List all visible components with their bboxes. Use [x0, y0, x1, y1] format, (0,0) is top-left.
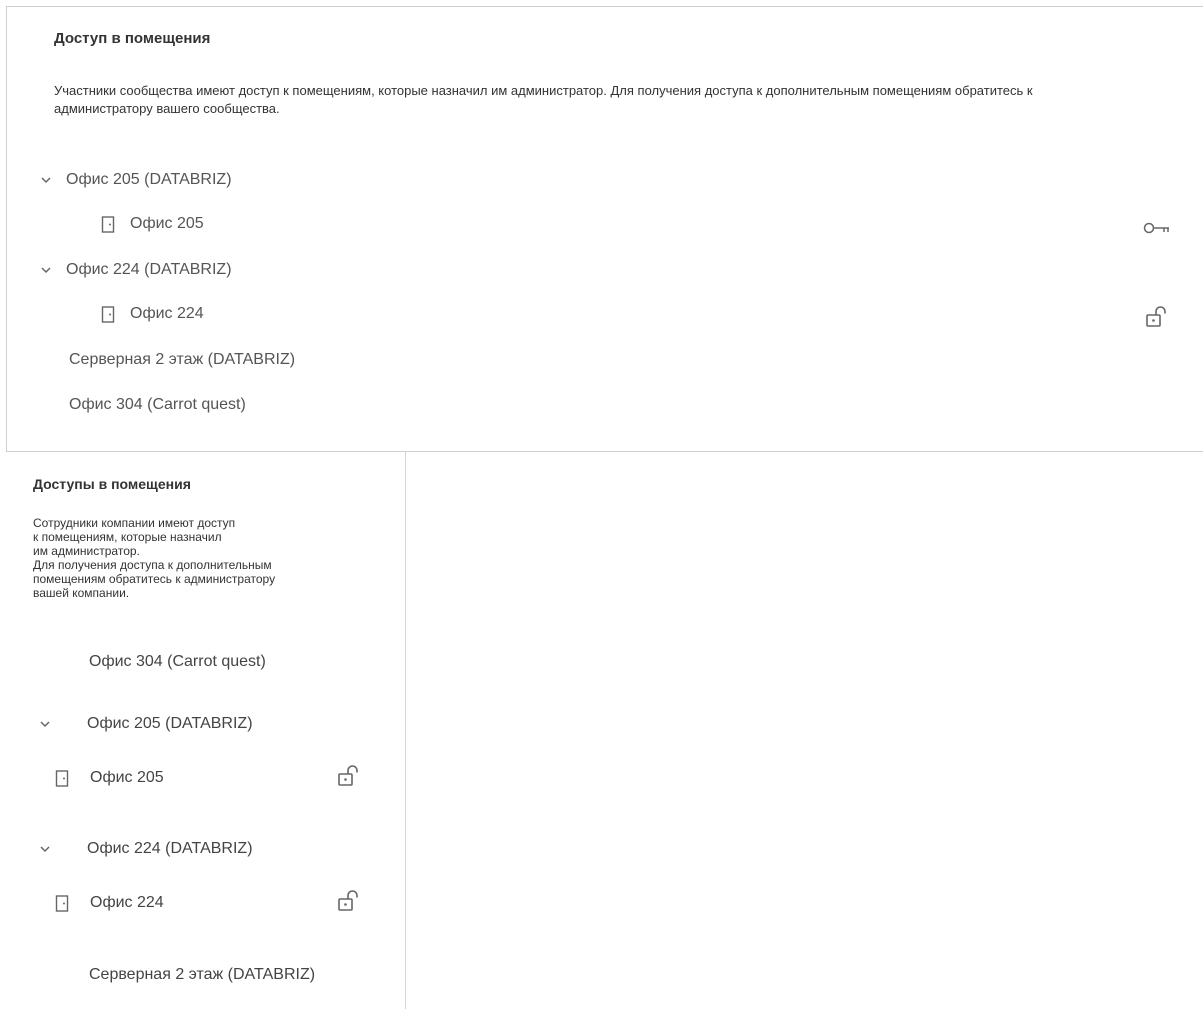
mobile-access-panel: Доступы в помещения Сотрудники компании …: [0, 452, 406, 1009]
description-line: Для получения доступа к дополнительным: [33, 558, 272, 572]
access-description: Участники сообщества имеют доступ к поме…: [54, 83, 1033, 116]
description-line: Сотрудники компании имеют доступ: [33, 516, 236, 530]
tree-group-label: Офис 304 (Carrot quest): [89, 653, 266, 670]
chevron-down-icon[interactable]: [39, 263, 53, 277]
tree-group-server-room[interactable]: Серверная 2 этаж (DATABRIZ): [69, 351, 295, 369]
tree-group-office-205[interactable]: Офис 205 (DATABRIZ): [38, 715, 253, 733]
tree-item-label: Офис 205: [90, 769, 164, 786]
page-title: Доступы в помещения: [33, 476, 191, 492]
tree-group-office-304[interactable]: Офис 304 (Carrot quest): [89, 653, 266, 671]
access-description: Сотрудники компании имеют доступ к помещ…: [33, 516, 373, 600]
tree-group-label: Серверная 2 этаж (DATABRIZ): [89, 966, 316, 983]
page-title: Доступ в помещения: [54, 30, 211, 47]
key-icon[interactable]: [1143, 221, 1173, 235]
description-line: вашей компании.: [33, 586, 130, 600]
tree-item-office-205[interactable]: Офис 205: [101, 215, 204, 233]
lock-open-icon[interactable]: [337, 889, 361, 913]
tree-group-office-224[interactable]: Офис 224 (DATABRIZ): [39, 261, 232, 279]
chevron-down-icon[interactable]: [38, 842, 52, 856]
description-line: к помещениям, которые назначил: [33, 530, 222, 544]
tree-group-office-205[interactable]: Офис 205 (DATABRIZ): [39, 171, 232, 189]
tree-item-office-205[interactable]: Офис 205: [55, 769, 164, 787]
description-line: им администратор.: [33, 544, 140, 558]
description-line: помещениям обратитесь к администратору: [33, 572, 276, 586]
tree-group-office-224[interactable]: Офис 224 (DATABRIZ): [38, 840, 253, 858]
tree-item-label: Офис 224: [130, 305, 204, 322]
door-icon: [55, 769, 69, 787]
door-icon: [55, 894, 69, 912]
tree-item-label: Офис 224: [90, 894, 164, 911]
tree-group-label: Офис 205 (DATABRIZ): [66, 171, 232, 188]
tree-item-label: Офис 205: [130, 215, 204, 232]
chevron-down-icon[interactable]: [39, 173, 53, 187]
lock-open-icon[interactable]: [337, 764, 361, 788]
lock-open-icon[interactable]: [1145, 305, 1169, 329]
tree-item-office-224[interactable]: Офис 224: [101, 305, 204, 323]
tree-item-office-224[interactable]: Офис 224: [55, 894, 164, 912]
tree-group-server-room[interactable]: Серверная 2 этаж (DATABRIZ): [89, 966, 315, 984]
chevron-down-icon[interactable]: [38, 717, 52, 731]
door-icon: [101, 215, 115, 233]
door-icon: [101, 305, 115, 323]
tree-group-label: Офис 304 (Carrot quest): [69, 396, 246, 413]
tree-group-label: Офис 224 (DATABRIZ): [66, 261, 232, 278]
tree-group-label: Офис 205 (DATABRIZ): [87, 715, 253, 732]
desktop-access-panel: Доступ в помещения Участники сообщества …: [6, 6, 1203, 452]
tree-group-label: Офис 224 (DATABRIZ): [87, 840, 253, 857]
tree-group-label: Серверная 2 этаж (DATABRIZ): [69, 351, 296, 368]
tree-group-office-304[interactable]: Офис 304 (Carrot quest): [69, 396, 246, 414]
